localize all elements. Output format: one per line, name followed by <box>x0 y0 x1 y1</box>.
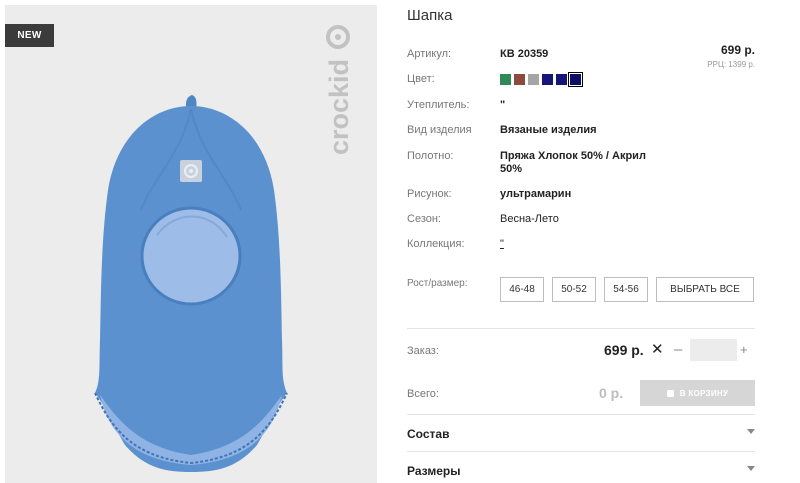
composition-accordion[interactable]: Состав <box>407 427 755 441</box>
order-label: Заказ: <box>407 345 439 357</box>
chevron-down-icon <box>747 466 755 471</box>
collection-link[interactable]: " <box>500 238 660 251</box>
new-badge: NEW <box>5 24 54 47</box>
season-label: Сезон: <box>407 213 441 225</box>
insulation-label: Утеплитель: <box>407 99 470 111</box>
select-all-sizes-button[interactable]: ВЫБРАТЬ ВСЕ <box>656 277 754 302</box>
product-info: Шапка Артикул: КВ 20359 699 р. РРЦ: 1399… <box>407 0 755 483</box>
decrease-quantity-button[interactable]: – <box>674 341 682 358</box>
collection-label: Коллекция: <box>407 238 465 250</box>
product-type-label: Вид изделия <box>407 124 472 136</box>
color-swatch-selected[interactable] <box>568 72 583 87</box>
order-price: 699 р. <box>604 342 644 358</box>
size-options: 46-48 50-52 54-56 ВЫБРАТЬ ВСЕ <box>500 277 754 302</box>
cart-icon <box>666 389 674 397</box>
total-value: 0 р. <box>599 385 624 401</box>
total-label: Всего: <box>407 388 439 400</box>
multiply-icon: ✕ <box>651 341 664 358</box>
divider <box>407 451 755 452</box>
product-type-value: Вязаные изделия <box>500 124 597 136</box>
rrc-price: РРЦ: 1399 р. <box>707 60 755 69</box>
sizes-accordion[interactable]: Размеры <box>407 464 755 478</box>
article-label: Артикул: <box>407 48 452 60</box>
size-button[interactable]: 54-56 <box>604 277 648 302</box>
product-image[interactable]: NEW crockid <box>5 5 377 483</box>
divider <box>407 414 755 415</box>
color-swatch[interactable] <box>556 74 567 85</box>
price: 699 р. <box>720 43 755 57</box>
color-label: Цвет: <box>407 73 435 85</box>
fabric-label: Полотно: <box>407 150 454 162</box>
size-button[interactable]: 50-52 <box>552 277 596 302</box>
increase-quantity-button[interactable]: + <box>740 342 748 357</box>
sizes-label: Рост/размер: <box>407 278 468 289</box>
pattern-value: ультрамарин <box>500 188 572 200</box>
composition-accordion-title: Состав <box>407 427 450 441</box>
pattern-label: Рисунок: <box>407 188 452 200</box>
sizes-accordion-title: Размеры <box>407 464 461 478</box>
chevron-down-icon <box>747 429 755 434</box>
insulation-value: " <box>500 99 506 111</box>
size-button[interactable]: 46-48 <box>500 277 544 302</box>
color-swatch[interactable] <box>500 74 511 85</box>
add-to-cart-button[interactable]: В КОРЗИНУ <box>640 380 755 406</box>
quantity-input[interactable] <box>690 339 737 361</box>
article-value: КВ 20359 <box>500 48 549 60</box>
balaclava-illustration <box>94 95 288 472</box>
product-title: Шапка <box>407 7 453 24</box>
season-value: Весна-Лето <box>500 213 559 225</box>
color-swatch[interactable] <box>528 74 539 85</box>
color-swatch[interactable] <box>542 74 553 85</box>
fabric-value: Пряжа Хлопок 50% / Акрил 50% <box>500 150 646 175</box>
add-to-cart-label: В КОРЗИНУ <box>679 388 729 398</box>
divider <box>407 328 755 329</box>
color-swatches <box>500 72 583 87</box>
color-swatch[interactable] <box>514 74 525 85</box>
